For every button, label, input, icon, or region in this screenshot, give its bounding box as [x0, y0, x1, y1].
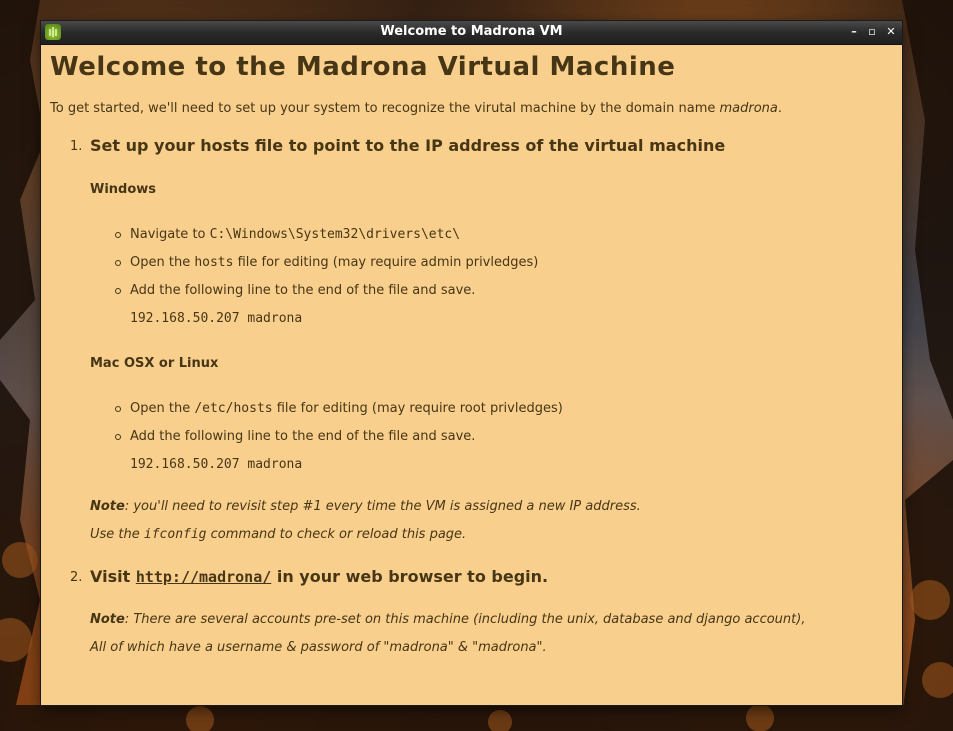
note-accounts: Note: There are several accounts pre-set…	[90, 612, 890, 628]
step-number: 2.	[70, 570, 83, 585]
close-icon[interactable]: ✕	[884, 25, 898, 39]
etc-hosts-path: /etc/hosts	[194, 401, 273, 416]
mac-steps: Open the /etc/hosts file for editing (ma…	[90, 401, 890, 457]
windows-hosts-line: 192.168.50.207 madrona	[130, 311, 303, 326]
item-text: file for editing (may require admin priv…	[233, 255, 539, 270]
list-item: Navigate to C:\Windows\System32\drivers\…	[90, 227, 890, 255]
note-ifconfig: Use the ifconfig command to check or rel…	[90, 527, 890, 543]
item-text: Add the following line to the end of the…	[130, 429, 476, 444]
mac-heading: Mac OSX or Linux	[90, 356, 219, 371]
ifconfig-command: ifconfig	[143, 527, 207, 542]
note-text: Use the	[90, 527, 144, 542]
windows-path: C:\Windows\System32\drivers\etc\	[209, 227, 461, 242]
minimize-icon[interactable]: –	[847, 25, 861, 39]
steps-list: 1. Set up your hosts file to point to th…	[50, 136, 890, 656]
step-1: 1. Set up your hosts file to point to th…	[50, 136, 890, 543]
step-2-pre: Visit	[90, 567, 136, 586]
intro-text: To get started, we'll need to set up you…	[50, 101, 720, 116]
list-item: Add the following line to the end of the…	[90, 283, 890, 311]
note-text: : There are several accounts pre-set on …	[124, 612, 806, 627]
hosts-filename: hosts	[194, 255, 234, 270]
step-number: 1.	[70, 139, 83, 154]
maximize-icon[interactable]: ▫	[865, 25, 879, 39]
madrona-link[interactable]: http://madrona/	[136, 568, 271, 586]
windows-heading: Windows	[90, 182, 157, 197]
intro-domain: madrona	[719, 101, 778, 116]
page-content: Welcome to the Madrona Virtual Machine T…	[50, 45, 890, 700]
note-label: Note	[90, 612, 125, 627]
item-text: Open the	[130, 401, 195, 416]
windows-steps: Navigate to C:\Windows\System32\drivers\…	[90, 227, 890, 311]
step-2-post: in your web browser to begin.	[271, 567, 549, 586]
item-text: Add the following line to the end of the…	[130, 283, 476, 298]
list-item: Add the following line to the end of the…	[90, 429, 890, 457]
mac-hosts-line: 192.168.50.207 madrona	[130, 457, 303, 472]
title-bar[interactable]: Welcome to Madrona VM – ▫ ✕	[41, 21, 902, 45]
window-title: Welcome to Madrona VM	[380, 24, 563, 39]
item-text: Navigate to	[130, 227, 210, 242]
note-credentials: All of which have a username & password …	[90, 640, 547, 655]
intro-paragraph: To get started, we'll need to set up you…	[50, 101, 890, 117]
item-text: file for editing (may require root privl…	[272, 401, 563, 416]
page-title: Welcome to the Madrona Virtual Machine	[50, 52, 676, 82]
note-text: command to check or reload this page.	[206, 527, 467, 542]
step-2: 2. Visit http://madrona/ in your web bro…	[50, 567, 890, 656]
step-2-title: Visit http://madrona/ in your web browse…	[90, 567, 890, 587]
step-1-title: Set up your hosts file to point to the I…	[90, 136, 726, 155]
note-label: Note	[90, 499, 125, 514]
note-ip: Note: you'll need to revisit step #1 eve…	[90, 499, 890, 515]
list-item: Open the hosts file for editing (may req…	[90, 255, 890, 283]
item-text: Open the	[130, 255, 195, 270]
app-window: Welcome to Madrona VM – ▫ ✕ Welcome to t…	[41, 21, 902, 705]
intro-end: .	[777, 101, 783, 116]
list-item: Open the /etc/hosts file for editing (ma…	[90, 401, 890, 429]
note-text: : you'll need to revisit step #1 every t…	[124, 499, 641, 514]
